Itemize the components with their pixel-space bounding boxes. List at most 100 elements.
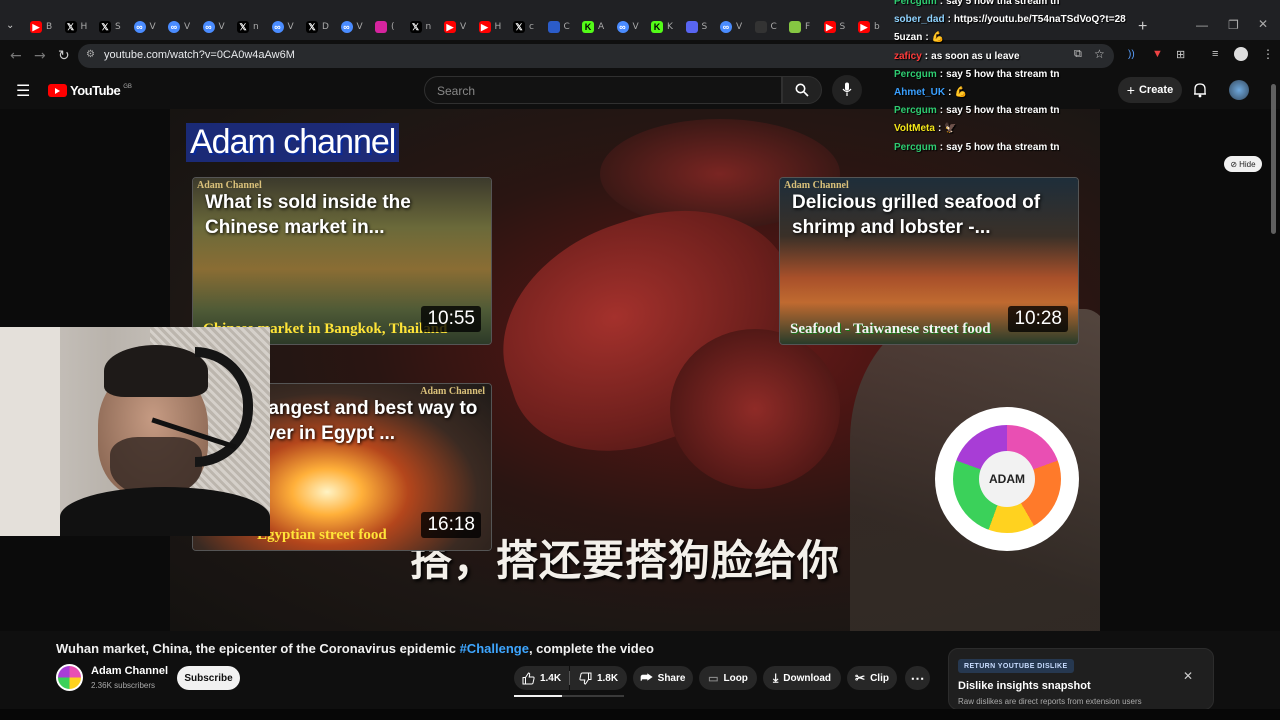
chat-text: 💪 — [954, 87, 967, 98]
restore-window-icon[interactable]: ❐ — [1228, 18, 1239, 32]
chat-text: as soon as u leave — [931, 50, 1020, 62]
streamer-hair — [104, 345, 208, 397]
search-input[interactable]: Search — [424, 76, 782, 104]
profile-avatar-icon[interactable] — [1234, 47, 1248, 61]
chat-username: 5uzan — [894, 32, 923, 44]
scrollbar-thumb[interactable] — [1271, 84, 1276, 234]
extension-shield-icon[interactable]: ▼ — [1152, 48, 1163, 60]
browser-tab[interactable]: ▶ b — [854, 17, 886, 37]
share-button[interactable]: ⮫ Share — [633, 666, 693, 690]
browser-tab[interactable]: ▶ S — [820, 17, 852, 37]
tab-title: H — [494, 22, 502, 32]
endcard-video-1[interactable]: Adam Channel What is sold inside the Chi… — [192, 177, 492, 345]
browser-tab[interactable]: ( — [371, 17, 403, 37]
account-avatar[interactable] — [1229, 80, 1249, 100]
thumbs-down-icon — [579, 672, 592, 685]
forward-arrow-icon[interactable]: → — [34, 48, 46, 64]
endcard-video-2[interactable]: Adam Channel Delicious grilled seafood o… — [779, 177, 1079, 345]
guide-menu-icon[interactable]: ☰ — [16, 81, 30, 101]
chat-username: VoltMeta — [894, 123, 935, 135]
minimize-window-icon[interactable]: — — [1196, 18, 1208, 32]
notifications-bell-icon[interactable] — [1193, 82, 1207, 98]
chat-username: Percgum — [894, 141, 937, 153]
chat-username: Percgum — [894, 0, 937, 7]
channel-avatar[interactable] — [56, 664, 83, 691]
stream-chat-overlay: Percgum: say 5 how tha stream tn sober_dad… — [894, 0, 1134, 154]
youtube-icon: ▶ — [444, 21, 456, 33]
subscriber-count: 2.36K subscribers — [91, 681, 156, 690]
chat-separator: : — [925, 32, 929, 44]
eye-off-icon: ⊘ — [1230, 159, 1238, 169]
browser-tab[interactable]: KK — [647, 17, 679, 37]
browser-tab[interactable]: 𝕏n — [406, 17, 438, 37]
site-info-icon[interactable]: ⚙ — [86, 49, 95, 60]
tab-title: V — [632, 22, 639, 32]
browser-tab[interactable]: ∞ V — [199, 17, 231, 37]
more-actions-button[interactable]: ⋯ — [905, 666, 930, 690]
browser-tab[interactable]: ∞ V — [268, 17, 300, 37]
endcard-duration: 10:28 — [1008, 306, 1068, 332]
browser-tab[interactable]: ∞ V — [337, 17, 369, 37]
tab-title: V — [736, 22, 743, 32]
browser-tab[interactable]: 𝕏D — [302, 17, 334, 37]
youtube-icon: ▶ — [30, 21, 42, 33]
clip-button[interactable]: ✂ Clip — [847, 666, 897, 690]
comet-icon: ∞ — [202, 21, 215, 33]
extensions-puzzle-icon[interactable]: ⊞ — [1176, 48, 1185, 61]
browser-menu-icon[interactable]: ⋮ — [1262, 47, 1274, 61]
webcam-background — [0, 327, 60, 536]
browser-tab[interactable]: F — [785, 17, 817, 37]
reload-icon[interactable]: ↻ — [58, 48, 70, 64]
close-icon[interactable]: ✕ — [1183, 669, 1193, 683]
browser-tab[interactable]: ∞ V — [130, 17, 162, 37]
voice-search-button[interactable] — [832, 75, 862, 105]
youtube-logo[interactable]: YouTube GB — [48, 83, 132, 98]
back-arrow-icon[interactable]: ← — [10, 48, 22, 64]
browser-tab[interactable]: ∞ V — [613, 17, 645, 37]
chat-text: 💪 — [931, 32, 945, 44]
like-button[interactable]: 1.4K — [514, 666, 569, 690]
close-window-icon[interactable]: ✕ — [1258, 17, 1268, 31]
chat-separator: : — [947, 14, 951, 26]
browser-tab[interactable]: KA — [578, 17, 610, 37]
tab-title: V — [460, 22, 467, 32]
search-placeholder: Search — [437, 84, 476, 98]
browser-tab[interactable]: 𝕏H — [61, 17, 93, 37]
chat-text: https://youtu.be/T54naTSdVoQ?t=28 — [953, 14, 1126, 26]
tab-title: c — [529, 22, 534, 32]
loop-button[interactable]: ▭ Loop — [699, 666, 757, 690]
page-scrollbar[interactable] — [1271, 82, 1277, 702]
video-title-text: Wuhan market, China, the epicenter of th… — [56, 641, 460, 656]
thumbs-up-icon — [522, 671, 535, 684]
browser-tab[interactable]: ▶ B — [26, 17, 58, 37]
browser-tab[interactable]: ∞ V — [164, 17, 196, 37]
browser-tab[interactable]: 𝕏S — [95, 17, 127, 37]
browser-tab[interactable]: ∞ V — [716, 17, 748, 37]
browser-tab[interactable]: S — [682, 17, 714, 37]
browser-tab[interactable]: C — [751, 17, 783, 37]
subscribe-button[interactable]: Subscribe — [177, 666, 240, 690]
browser-tab[interactable]: 𝕏c — [509, 17, 541, 37]
chat-message: Percgum: say 5 how tha stream tn — [894, 0, 1060, 7]
hide-button[interactable]: ⊘ Hide — [1224, 156, 1262, 172]
dislike-button[interactable]: 1.8K — [570, 666, 627, 690]
channel-name[interactable]: Adam Channel — [91, 665, 168, 677]
chat-username: zaficy — [894, 50, 922, 62]
browser-tab[interactable]: ▶ H — [475, 17, 507, 37]
search-button[interactable] — [782, 76, 822, 104]
browser-tab[interactable]: C — [544, 17, 576, 37]
browser-tab[interactable]: ▶ V — [440, 17, 472, 37]
download-button[interactable]: ⤓ Download — [763, 666, 841, 690]
chat-message: Percgum: say 5 how tha stream tn — [894, 142, 1060, 153]
new-tab-button[interactable]: + — [1138, 18, 1147, 36]
tab-title: B — [46, 22, 53, 32]
tab-list-dropdown-icon[interactable]: ⌄ — [6, 20, 14, 31]
endcard-title: Delicious grilled seafood of shrimp and … — [792, 192, 1041, 238]
like-ratio-fill — [514, 695, 563, 697]
channel-subscribe-endcard[interactable]: ADAM — [935, 407, 1079, 551]
hashtag-link[interactable]: #Challenge — [460, 641, 529, 656]
chat-username: Ahmet_UK — [894, 87, 946, 98]
comet-icon: ∞ — [616, 21, 629, 33]
media-control-icon[interactable]: ≡ — [1212, 48, 1218, 60]
browser-tab[interactable]: 𝕏n — [233, 17, 265, 37]
